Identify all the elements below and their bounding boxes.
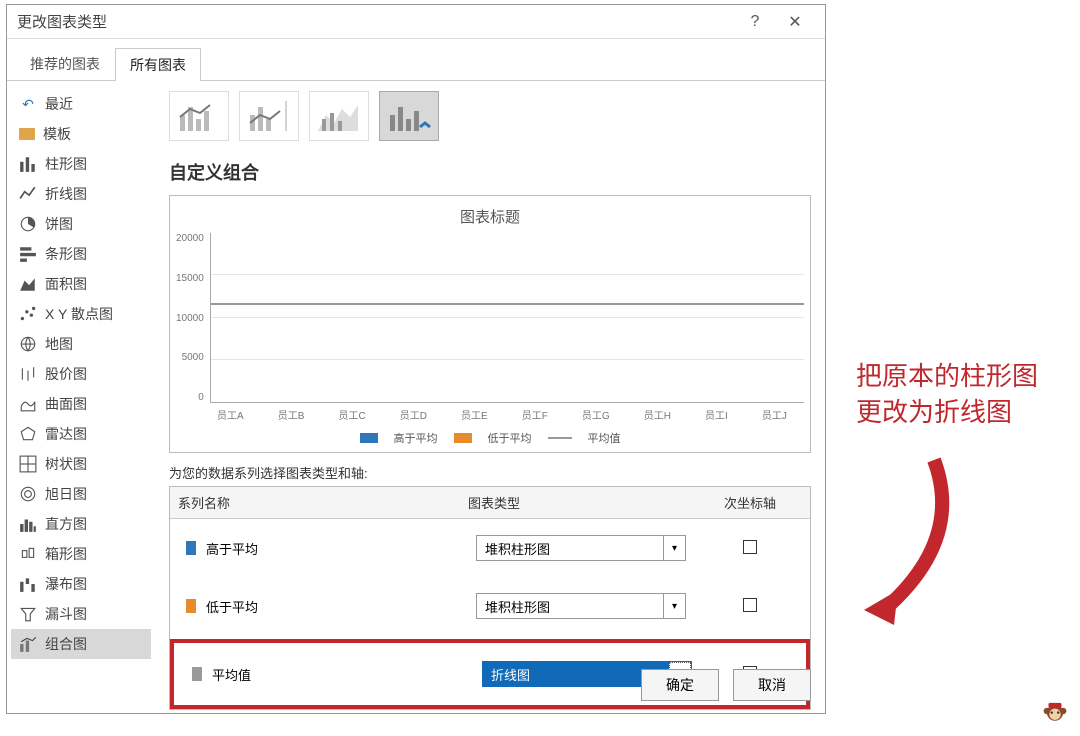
area-chart-icon bbox=[19, 276, 37, 292]
stock-chart-icon bbox=[19, 366, 37, 382]
series-swatch bbox=[192, 667, 202, 681]
line-chart-icon bbox=[19, 186, 37, 202]
sidebar-item-stock[interactable]: 股价图 bbox=[11, 359, 151, 389]
funnel-chart-icon bbox=[19, 606, 37, 622]
sidebar-item-pie[interactable]: 饼图 bbox=[11, 209, 151, 239]
secondary-axis-checkbox[interactable] bbox=[743, 598, 757, 612]
bar-chart-icon bbox=[19, 246, 37, 262]
combo-variant-2[interactable] bbox=[239, 91, 299, 141]
section-title: 自定义组合 bbox=[169, 159, 811, 185]
surface-chart-icon bbox=[19, 396, 37, 412]
chart-type-sidebar: ↶最近 模板 柱形图 折线图 饼图 条形图 面积图 X Y 散点图 地图 股价图… bbox=[7, 81, 155, 669]
histogram-chart-icon bbox=[19, 516, 37, 532]
box-chart-icon bbox=[19, 546, 37, 562]
ok-button[interactable]: 确定 bbox=[641, 669, 719, 701]
cancel-button[interactable]: 取消 bbox=[733, 669, 811, 701]
series-row-below-avg: 低于平均 堆积柱形图▾ bbox=[170, 577, 810, 635]
x-axis: 员工A员工B员工C员工D员工E员工F员工G员工H员工I员工J bbox=[200, 407, 804, 422]
change-chart-type-dialog: 更改图表类型 ? ✕ 推荐的图表 所有图表 ↶最近 模板 柱形图 折线图 饼图 … bbox=[6, 4, 826, 714]
undo-icon: ↶ bbox=[19, 96, 37, 112]
chart-type-select-above[interactable]: 堆积柱形图▾ bbox=[476, 535, 686, 561]
legend-swatch-orange bbox=[454, 433, 472, 443]
waterfall-chart-icon bbox=[19, 576, 37, 592]
sidebar-item-treemap[interactable]: 树状图 bbox=[11, 449, 151, 479]
combo-variant-1[interactable] bbox=[169, 91, 229, 141]
tab-all-charts[interactable]: 所有图表 bbox=[115, 48, 201, 81]
sidebar-item-boxwhisker[interactable]: 箱形图 bbox=[11, 539, 151, 569]
chart-title: 图表标题 bbox=[176, 206, 804, 227]
annotation-arrow-icon bbox=[854, 440, 974, 640]
tab-bar: 推荐的图表 所有图表 bbox=[7, 39, 825, 81]
col-secondary-axis: 次坐标轴 bbox=[690, 487, 810, 518]
chart-legend: 高于平均 低于平均 平均值 bbox=[176, 430, 804, 446]
y-axis: 20000150001000050000 bbox=[176, 233, 210, 403]
chart-type-select-below[interactable]: 堆积柱形图▾ bbox=[476, 593, 686, 619]
dialog-title: 更改图表类型 bbox=[17, 11, 107, 32]
folder-icon bbox=[19, 128, 35, 140]
sidebar-item-sunburst[interactable]: 旭日图 bbox=[11, 479, 151, 509]
col-chart-type: 图表类型 bbox=[460, 487, 690, 518]
sidebar-item-waterfall[interactable]: 瀑布图 bbox=[11, 569, 151, 599]
help-button[interactable]: ? bbox=[735, 13, 775, 31]
sidebar-item-templates[interactable]: 模板 bbox=[11, 119, 151, 149]
plot-area bbox=[210, 233, 804, 403]
sunburst-chart-icon bbox=[19, 486, 37, 502]
sidebar-item-bar[interactable]: 条形图 bbox=[11, 239, 151, 269]
column-chart-icon bbox=[19, 156, 37, 172]
dialog-button-bar: 确定 取消 bbox=[641, 669, 811, 701]
sidebar-item-radar[interactable]: 雷达图 bbox=[11, 419, 151, 449]
series-row-above-avg: 高于平均 堆积柱形图▾ bbox=[170, 519, 810, 577]
sidebar-item-map[interactable]: 地图 bbox=[11, 329, 151, 359]
sidebar-item-area[interactable]: 面积图 bbox=[11, 269, 151, 299]
col-series-name: 系列名称 bbox=[170, 487, 460, 518]
treemap-chart-icon bbox=[19, 456, 37, 472]
sidebar-item-funnel[interactable]: 漏斗图 bbox=[11, 599, 151, 629]
series-hint-label: 为您的数据系列选择图表类型和轴: bbox=[169, 463, 811, 482]
map-chart-icon bbox=[19, 336, 37, 352]
combo-variant-row bbox=[169, 91, 811, 141]
titlebar: 更改图表类型 ? ✕ bbox=[7, 5, 825, 39]
legend-line-gray bbox=[548, 437, 572, 439]
main-panel: 自定义组合 图表标题 20000150001000050000 员工A员工B员工… bbox=[155, 81, 825, 669]
series-table-header: 系列名称 图表类型 次坐标轴 bbox=[170, 487, 810, 519]
tab-recommended[interactable]: 推荐的图表 bbox=[15, 47, 115, 80]
sidebar-item-recent[interactable]: ↶最近 bbox=[11, 89, 151, 119]
monkey-icon bbox=[1042, 698, 1068, 724]
combo-variant-4-selected[interactable] bbox=[379, 91, 439, 141]
radar-chart-icon bbox=[19, 426, 37, 442]
sidebar-item-column[interactable]: 柱形图 bbox=[11, 149, 151, 179]
pie-chart-icon bbox=[19, 216, 37, 232]
sidebar-item-combo[interactable]: 组合图 bbox=[11, 629, 151, 659]
combo-variant-3[interactable] bbox=[309, 91, 369, 141]
close-button[interactable]: ✕ bbox=[775, 12, 815, 32]
secondary-axis-checkbox[interactable] bbox=[743, 540, 757, 554]
annotation-text: 把原本的柱形图 更改为折线图 bbox=[856, 358, 1066, 431]
sidebar-item-scatter[interactable]: X Y 散点图 bbox=[11, 299, 151, 329]
legend-swatch-blue bbox=[360, 433, 378, 443]
scatter-chart-icon bbox=[19, 306, 37, 322]
series-swatch bbox=[186, 541, 196, 555]
sidebar-item-line[interactable]: 折线图 bbox=[11, 179, 151, 209]
chevron-down-icon[interactable]: ▾ bbox=[663, 536, 685, 560]
chart-preview: 图表标题 20000150001000050000 员工A员工B员工C员工D员工… bbox=[169, 195, 811, 453]
sidebar-item-histogram[interactable]: 直方图 bbox=[11, 509, 151, 539]
combo-chart-icon bbox=[19, 636, 37, 652]
chevron-down-icon[interactable]: ▾ bbox=[663, 594, 685, 618]
sidebar-item-surface[interactable]: 曲面图 bbox=[11, 389, 151, 419]
series-swatch bbox=[186, 599, 196, 613]
